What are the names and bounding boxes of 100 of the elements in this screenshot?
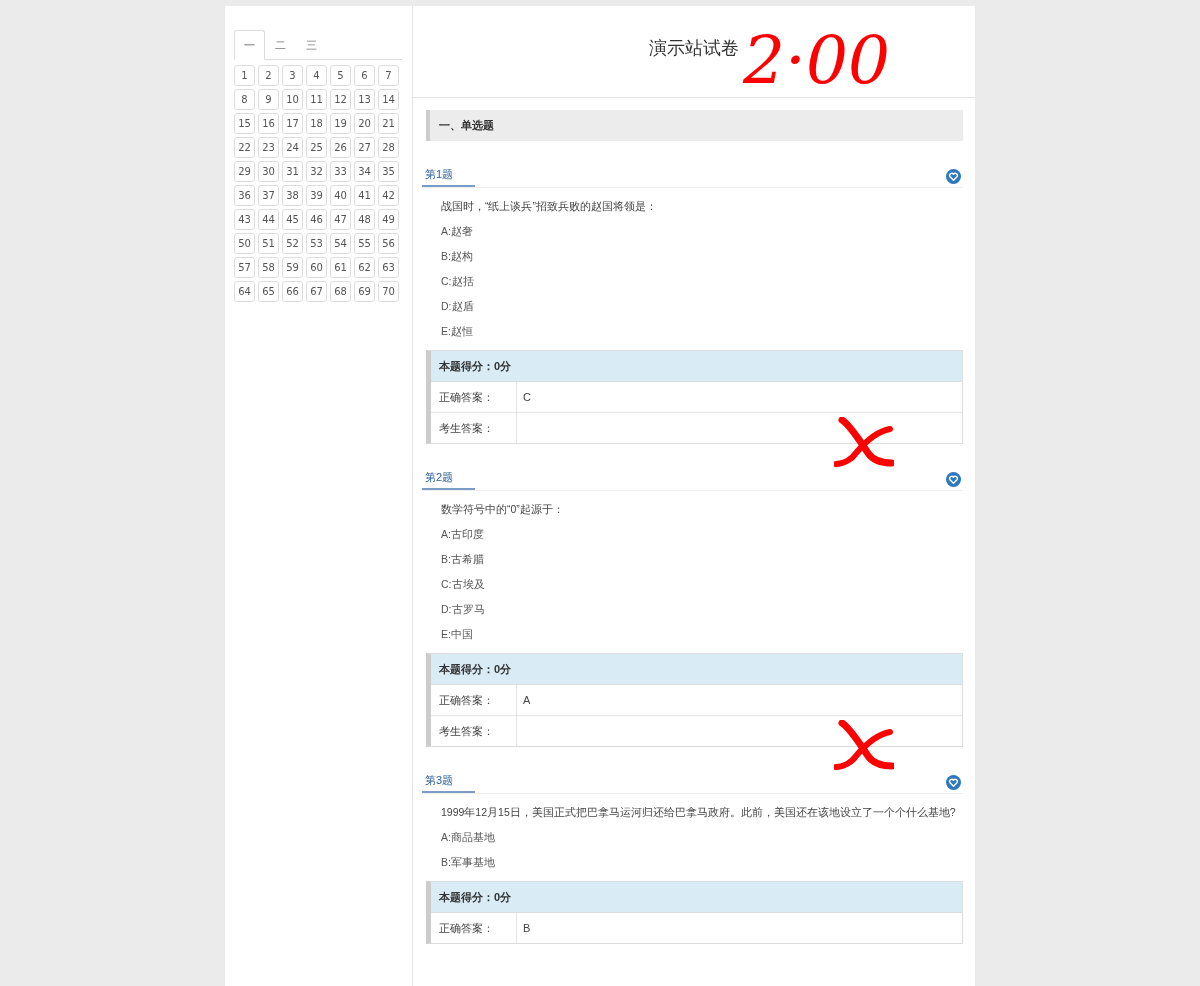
question-nav-button[interactable]: 49: [378, 209, 399, 230]
question-nav-button[interactable]: 29: [234, 161, 255, 182]
question-nav-button[interactable]: 56: [378, 233, 399, 254]
question-nav-button[interactable]: 30: [258, 161, 279, 182]
answer-option: B:古希腊: [441, 553, 963, 566]
question-nav-button[interactable]: 63: [378, 257, 399, 278]
heart-icon[interactable]: [946, 775, 961, 790]
question-nav-button[interactable]: 16: [258, 113, 279, 134]
table-cell: 考生答案：: [431, 716, 517, 746]
question-nav-button[interactable]: 67: [306, 281, 327, 302]
question-nav-button[interactable]: 21: [378, 113, 399, 134]
section-title: 一、单选题: [439, 118, 494, 133]
question-nav-button[interactable]: 48: [354, 209, 375, 230]
question-nav-button[interactable]: 52: [282, 233, 303, 254]
table-cell: 正确答案：: [431, 913, 517, 943]
heart-icon[interactable]: [946, 472, 961, 487]
question-nav-button[interactable]: 42: [378, 185, 399, 206]
question-nav-button[interactable]: 2: [258, 65, 279, 86]
question-nav-button[interactable]: 5: [330, 65, 351, 86]
question-nav-button[interactable]: 69: [354, 281, 375, 302]
question-nav-button[interactable]: 15: [234, 113, 255, 134]
question-nav-button[interactable]: 34: [354, 161, 375, 182]
tab[interactable]: 一: [234, 30, 265, 60]
heart-icon[interactable]: [946, 169, 961, 184]
question-nav-button[interactable]: 39: [306, 185, 327, 206]
question-nav-button[interactable]: 11: [306, 89, 327, 110]
question-nav-button[interactable]: 12: [330, 89, 351, 110]
question-nav-button[interactable]: 33: [330, 161, 351, 182]
answer-option: D:古罗马: [441, 603, 963, 616]
question-nav-button[interactable]: 45: [282, 209, 303, 230]
question-text: 1999年12月15日，美国正式把巴拿马运河归还给巴拿马政府。此前，美国还在该地设立了一个个什么基地?: [441, 806, 957, 819]
total-score: 2·00: [743, 28, 890, 94]
question-nav-button[interactable]: 10: [282, 89, 303, 110]
answer-option: C:赵括: [441, 275, 963, 288]
question-nav-button[interactable]: 54: [330, 233, 351, 254]
question-nav-button[interactable]: 44: [258, 209, 279, 230]
table-cell: 考生答案：: [431, 413, 517, 443]
answer-option: D:赵盾: [441, 300, 963, 313]
question-nav-button[interactable]: 17: [282, 113, 303, 134]
question-nav-button[interactable]: 14: [378, 89, 399, 110]
question-nav-button[interactable]: 64: [234, 281, 255, 302]
question-nav-button[interactable]: 25: [306, 137, 327, 158]
question-nav-button[interactable]: 35: [378, 161, 399, 182]
question-nav-button[interactable]: 27: [354, 137, 375, 158]
question-nav-button[interactable]: 3: [282, 65, 303, 86]
question-nav-button[interactable]: 61: [330, 257, 351, 278]
question-nav-button[interactable]: 62: [354, 257, 375, 278]
answer-option: A:赵奢: [441, 225, 963, 238]
question-nav-button[interactable]: 55: [354, 233, 375, 254]
question-nav-button[interactable]: 36: [234, 185, 255, 206]
question-nav-button[interactable]: 28: [378, 137, 399, 158]
question-nav-button[interactable]: 18: [306, 113, 327, 134]
question-nav-button[interactable]: 31: [282, 161, 303, 182]
question-nav-button[interactable]: 41: [354, 185, 375, 206]
question-nav-button[interactable]: 60: [306, 257, 327, 278]
question-nav-button[interactable]: 9: [258, 89, 279, 110]
question-nav-button[interactable]: 53: [306, 233, 327, 254]
question-nav-button[interactable]: 37: [258, 185, 279, 206]
question-nav-button[interactable]: 1: [234, 65, 255, 86]
question-score: 本题得分：0分: [439, 661, 512, 677]
question-nav-button[interactable]: 32: [306, 161, 327, 182]
question-nav-button[interactable]: 23: [258, 137, 279, 158]
question-nav-button[interactable]: 7: [378, 65, 399, 86]
question-nav-button[interactable]: 68: [330, 281, 351, 302]
question-nav-button[interactable]: 46: [306, 209, 327, 230]
question-nav-button[interactable]: 47: [330, 209, 351, 230]
answer-option: E:中国: [441, 628, 963, 641]
question-nav-button[interactable]: 59: [282, 257, 303, 278]
table-cell-text: A: [522, 693, 532, 708]
question-nav-button[interactable]: 24: [282, 137, 303, 158]
question-nav-button[interactable]: 13: [354, 89, 375, 110]
question-nav-button[interactable]: 58: [258, 257, 279, 278]
question-score: 本题得分：0分: [439, 358, 512, 374]
question-nav-button[interactable]: 20: [354, 113, 375, 134]
answer-option: C:古埃及: [441, 578, 963, 591]
question-nav-button[interactable]: 38: [282, 185, 303, 206]
question-nav-button[interactable]: 43: [234, 209, 255, 230]
question-nav-button[interactable]: 40: [330, 185, 351, 206]
question-nav-button[interactable]: 50: [234, 233, 255, 254]
question-number: 第2题: [422, 470, 475, 490]
question-nav-button[interactable]: 8: [234, 89, 255, 110]
question-nav-button[interactable]: 22: [234, 137, 255, 158]
exam-title: 演示站试卷: [649, 36, 739, 60]
answer-option: A:商品基地: [441, 831, 963, 844]
question-nav-button[interactable]: 66: [282, 281, 303, 302]
table-cell-text: C: [522, 390, 532, 405]
table-cell-text: B: [522, 921, 532, 936]
question-nav-button[interactable]: 65: [258, 281, 279, 302]
answer-option: E:赵恒: [441, 325, 963, 338]
question-nav-button[interactable]: 26: [330, 137, 351, 158]
question-number: 第1题: [422, 167, 475, 187]
question-nav-button[interactable]: 70: [378, 281, 399, 302]
question-nav-button[interactable]: 4: [306, 65, 327, 86]
question-text: 战国时，“纸上谈兵”招致兵败的赵国将领是：: [441, 200, 658, 213]
question-nav-button[interactable]: 57: [234, 257, 255, 278]
table-cell: 正确答案：: [431, 685, 517, 715]
question-text: 数学符号中的“0”起源于：: [441, 503, 565, 516]
question-nav-button[interactable]: 6: [354, 65, 375, 86]
question-nav-button[interactable]: 51: [258, 233, 279, 254]
question-nav-button[interactable]: 19: [330, 113, 351, 134]
